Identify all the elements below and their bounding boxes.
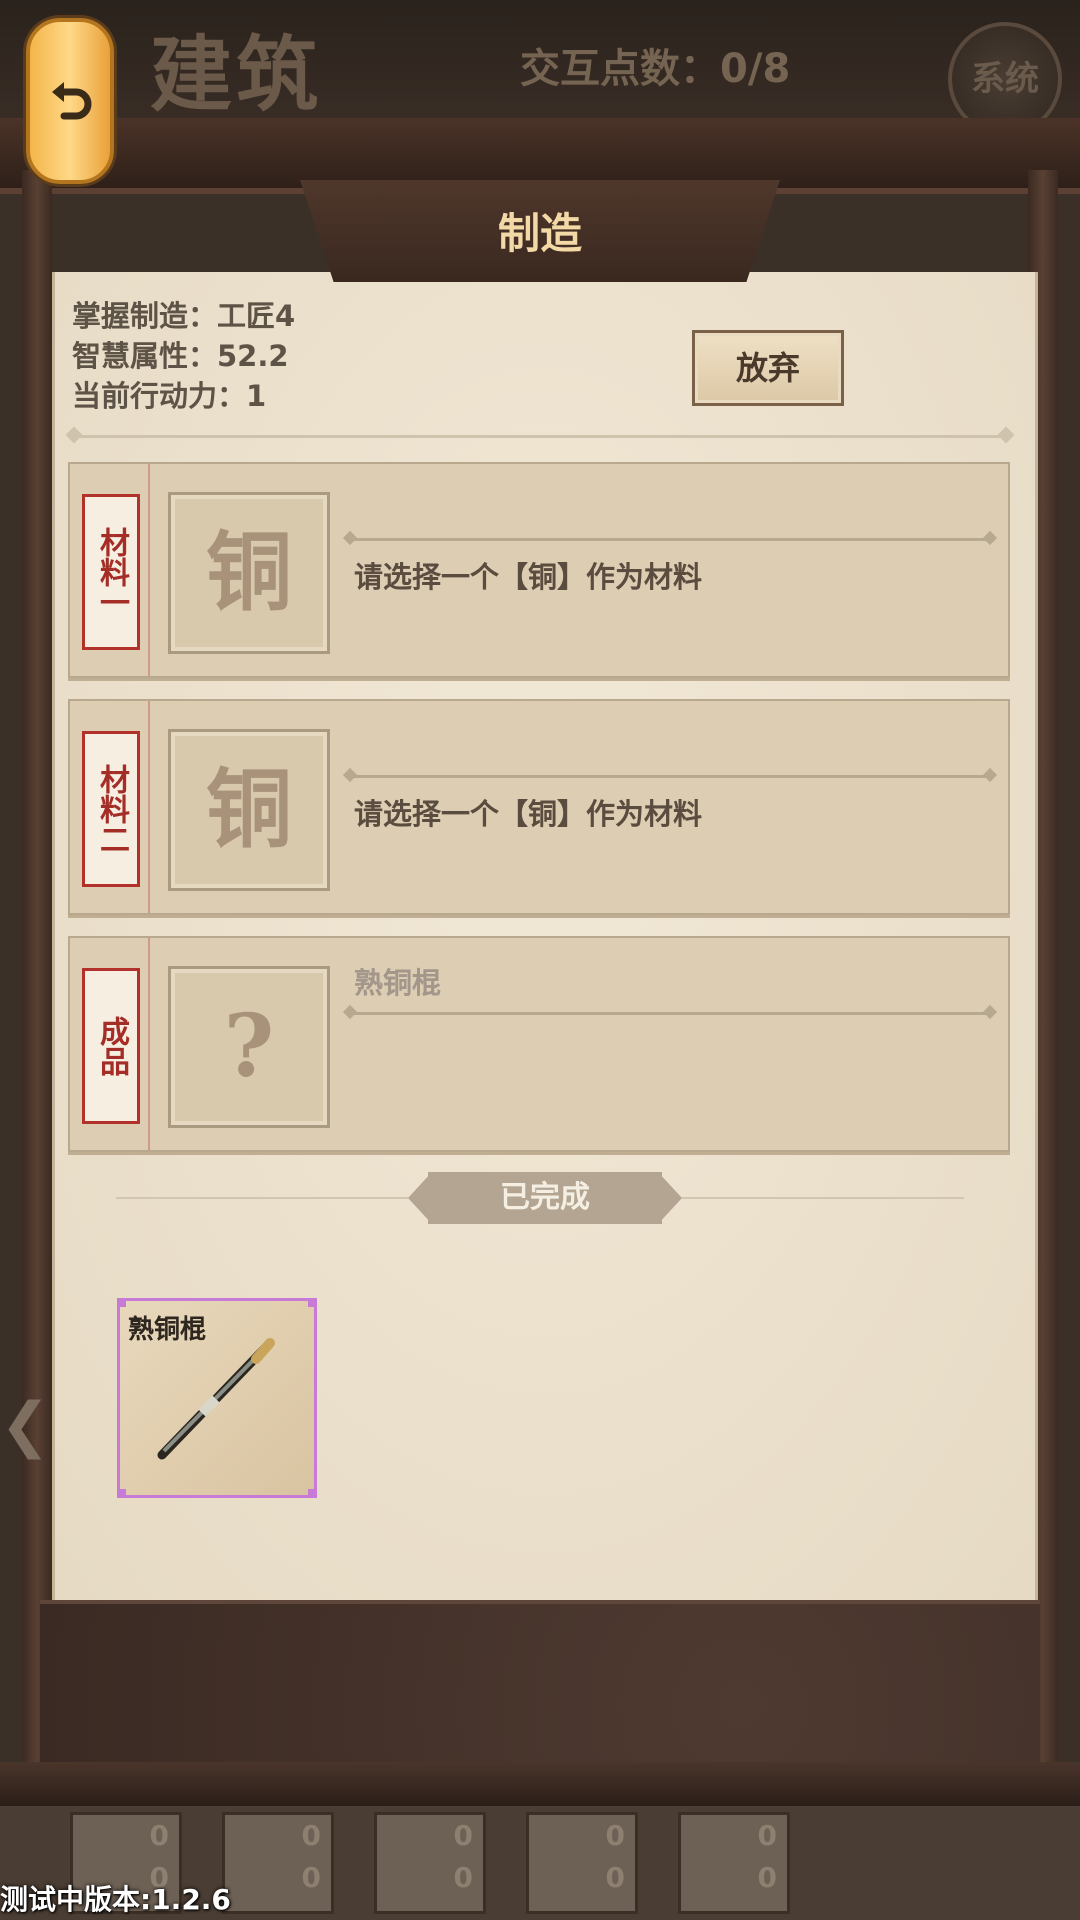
bottom-decoration [40, 1600, 1040, 1774]
material-slot-2[interactable]: 材料二 铜 请选择一个【铜】作为材料 [68, 699, 1010, 915]
stat-mastered: 掌握制造：工匠4 [72, 299, 296, 333]
copper-staff-icon [157, 1338, 275, 1460]
interaction-points: 交互点数：0/8 [520, 46, 791, 92]
stat-wisdom: 智慧属性：52.2 [72, 339, 289, 373]
slot-divider [350, 1012, 990, 1015]
slot-separator [148, 464, 150, 676]
unit-card[interactable]: 0 0 [374, 1812, 486, 1914]
chevron-left-icon[interactable]: ❮ [0, 1390, 50, 1460]
slot-divider [350, 538, 990, 541]
unit-card[interactable]: 0 0 [222, 1812, 334, 1914]
page-title: 建筑 [150, 27, 323, 123]
material-icon[interactable]: 铜 [168, 492, 330, 654]
slot-tag: 材料二 [82, 731, 140, 887]
completed-line-right [682, 1197, 964, 1199]
product-slot[interactable]: 成品 ? 熟铜棍 [68, 936, 1010, 1152]
slot-separator [148, 938, 150, 1150]
completed-line-left [116, 1197, 408, 1199]
back-button[interactable] [26, 18, 114, 184]
panel-title: 制造 [497, 209, 582, 258]
material-slot-1[interactable]: 材料一 铜 请选择一个【铜】作为材料 [68, 462, 1010, 678]
bottom-beam [0, 1762, 1080, 1806]
slot-divider [350, 775, 990, 778]
version-label: 测试中版本:1.2.6 [0, 1883, 231, 1916]
slot-tag: 材料一 [82, 494, 140, 650]
completed-banner: 已完成 [408, 1172, 682, 1224]
divider [74, 435, 1006, 438]
slot-prompt: 请选择一个【铜】作为材料 [354, 560, 703, 594]
slot-prompt: 请选择一个【铜】作为材料 [354, 797, 703, 831]
completed-item-card[interactable]: 熟铜棍 [117, 1298, 317, 1498]
unit-card[interactable]: 0 0 [526, 1812, 638, 1914]
product-icon: ? [168, 966, 330, 1128]
product-name: 熟铜棍 [354, 966, 442, 1000]
stats-block: 掌握制造：工匠4 智慧属性：52.2 当前行动力：1 [72, 296, 295, 416]
slot-tag: 成品 [82, 968, 140, 1124]
stat-action-points: 当前行动力：1 [72, 379, 267, 413]
completed-label: 已完成 [428, 1172, 662, 1224]
undo-arrow-icon [52, 82, 92, 120]
give-up-button[interactable]: 放弃 [692, 330, 844, 406]
material-icon[interactable]: 铜 [168, 729, 330, 891]
slot-separator [148, 701, 150, 913]
left-pillar [22, 170, 52, 1770]
unit-card[interactable]: 0 0 [678, 1812, 790, 1914]
